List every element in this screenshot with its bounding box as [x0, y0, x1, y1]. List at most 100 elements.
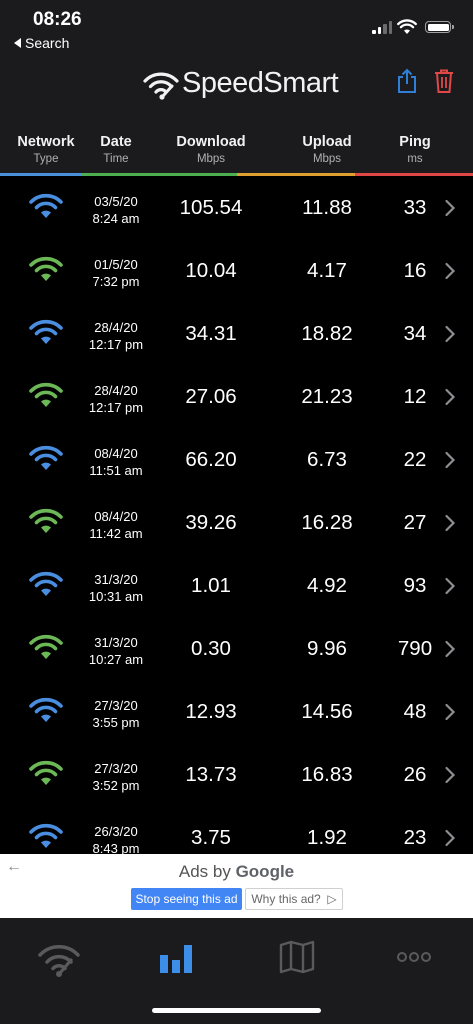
play-triangle-icon: ▷ — [324, 892, 337, 906]
column-upload[interactable]: Upload Mbps — [282, 134, 372, 165]
chevron-right-icon — [445, 325, 456, 343]
app-header: SpeedSmart Network Type Date Time Downlo… — [0, 56, 473, 174]
chevron-right-icon — [445, 703, 456, 721]
result-datetime: 01/5/20 7:32 pm — [93, 256, 140, 290]
result-download: 39.26 — [185, 511, 237, 534]
column-ping[interactable]: Ping ms — [370, 134, 460, 165]
tab-speed-test[interactable] — [37, 940, 81, 978]
column-download-title: Download — [176, 134, 246, 150]
back-to-search[interactable]: Search — [14, 35, 69, 51]
result-date: 03/5/20 — [94, 194, 138, 209]
result-time: 12:17 pm — [88, 400, 144, 415]
result-time: 10:27 am — [88, 652, 144, 667]
result-row[interactable]: 28/4/20 12:17 pm 34.31 18.82 34 — [0, 302, 473, 365]
ads-by-google: Ads by Google — [0, 862, 473, 882]
result-datetime: 27/3/20 3:55 pm — [93, 697, 140, 731]
result-date: 28/4/20 — [94, 383, 138, 398]
chevron-right-icon — [445, 640, 456, 658]
result-download: 27.06 — [185, 385, 237, 408]
status-time: 08:26 — [33, 9, 82, 30]
column-upload-subtitle: Mbps — [312, 153, 342, 165]
result-time: 11:51 am — [89, 463, 143, 478]
column-date-subtitle: Time — [103, 153, 129, 165]
result-row[interactable]: 26/3/20 8:43 pm 3.75 1.92 23 — [0, 806, 473, 854]
result-row[interactable]: 08/4/20 11:42 am 39.26 16.28 27 — [0, 491, 473, 554]
tab-more[interactable] — [397, 951, 431, 963]
result-time: 10:31 am — [88, 589, 144, 604]
wifi-icon — [29, 760, 63, 785]
home-indicator[interactable] — [152, 1008, 321, 1013]
result-row[interactable]: 08/4/20 11:51 am 66.20 6.73 22 — [0, 428, 473, 491]
result-row[interactable]: 28/4/20 12:17 pm 27.06 21.23 12 — [0, 365, 473, 428]
column-download[interactable]: Download Mbps — [166, 134, 256, 165]
result-row[interactable]: 27/3/20 3:52 pm 13.73 16.83 26 — [0, 743, 473, 806]
app-title: SpeedSmart — [182, 66, 339, 99]
result-datetime: 08/4/20 11:51 am — [89, 445, 142, 479]
result-download: 10.04 — [185, 259, 237, 282]
result-upload: 11.88 — [302, 196, 352, 219]
result-upload: 6.73 — [307, 448, 347, 471]
result-row[interactable]: 03/5/20 8:24 am 105.54 11.88 33 — [0, 176, 473, 239]
ad-banner: ← Ads by Google Stop seeing this ad Why … — [0, 854, 473, 918]
result-download: 34.31 — [185, 322, 237, 345]
wifi-status-icon — [397, 19, 417, 34]
result-download: 66.20 — [185, 448, 237, 471]
result-time: 8:24 am — [92, 211, 140, 226]
stop-seeing-ad-button[interactable]: Stop seeing this ad — [131, 888, 242, 910]
wifi-icon — [29, 256, 63, 281]
column-download-subtitle: Mbps — [196, 153, 226, 165]
chevron-right-icon — [445, 766, 456, 784]
result-time: 3:52 pm — [92, 778, 140, 793]
result-upload: 9.96 — [307, 637, 347, 660]
share-icon[interactable] — [395, 68, 419, 94]
ads-by-label: Ads by — [178, 862, 231, 881]
result-ping: 33 — [403, 196, 427, 219]
trash-icon[interactable] — [433, 68, 455, 94]
result-row[interactable]: 31/3/20 10:31 am 1.01 4.92 93 — [0, 554, 473, 617]
result-ping: 27 — [403, 511, 427, 534]
wifi-icon — [29, 697, 63, 722]
status-bar: 08:26 Search — [0, 0, 473, 56]
result-upload: 16.28 — [301, 511, 353, 534]
wifi-icon — [29, 571, 63, 596]
result-download: 13.73 — [185, 763, 237, 786]
wifi-icon — [29, 823, 63, 848]
result-row[interactable]: 31/3/20 10:27 am 0.30 9.96 790 — [0, 617, 473, 680]
results-list[interactable]: 03/5/20 8:24 am 105.54 11.88 33 01/5/20 … — [0, 176, 473, 854]
result-ping: 16 — [403, 259, 427, 282]
chevron-right-icon — [445, 577, 456, 595]
result-upload: 14.56 — [301, 700, 353, 723]
result-row[interactable]: 01/5/20 7:32 pm 10.04 4.17 16 — [0, 239, 473, 302]
result-time: 8:43 pm — [92, 841, 140, 854]
result-datetime: 31/3/20 10:27 am — [89, 634, 143, 668]
result-download: 3.75 — [191, 826, 231, 849]
result-date: 08/4/20 — [94, 446, 138, 461]
result-upload: 16.83 — [301, 763, 353, 786]
wifi-icon — [29, 445, 63, 470]
ad-brand: Google — [235, 862, 295, 881]
result-row[interactable]: 27/3/20 3:55 pm 12.93 14.56 48 — [0, 680, 473, 743]
result-upload: 21.23 — [301, 385, 353, 408]
wifi-icon — [29, 634, 63, 659]
app-logo: SpeedSmart — [142, 66, 339, 100]
result-time: 7:32 pm — [92, 274, 140, 289]
chevron-right-icon — [445, 262, 456, 280]
tab-map[interactable] — [279, 940, 315, 974]
result-time: 11:42 am — [89, 526, 143, 541]
tab-results[interactable] — [159, 940, 193, 974]
back-arrow-icon — [14, 38, 21, 48]
wifi-icon — [29, 508, 63, 533]
result-date: 08/4/20 — [94, 509, 138, 524]
why-this-ad-button[interactable]: Why this ad? ▷ — [245, 888, 343, 910]
result-datetime: 08/4/20 11:42 am — [89, 508, 142, 542]
result-download: 105.54 — [179, 196, 243, 219]
cellular-signal-icon — [372, 20, 392, 34]
result-datetime: 31/3/20 10:31 am — [89, 571, 143, 605]
column-ping-subtitle: ms — [407, 153, 423, 165]
result-upload: 4.92 — [307, 574, 347, 597]
result-date: 27/3/20 — [94, 698, 138, 713]
column-ping-title: Ping — [399, 134, 431, 150]
result-date: 26/3/20 — [94, 824, 138, 839]
result-upload: 1.92 — [307, 826, 347, 849]
column-date[interactable]: Date Time — [71, 134, 161, 165]
